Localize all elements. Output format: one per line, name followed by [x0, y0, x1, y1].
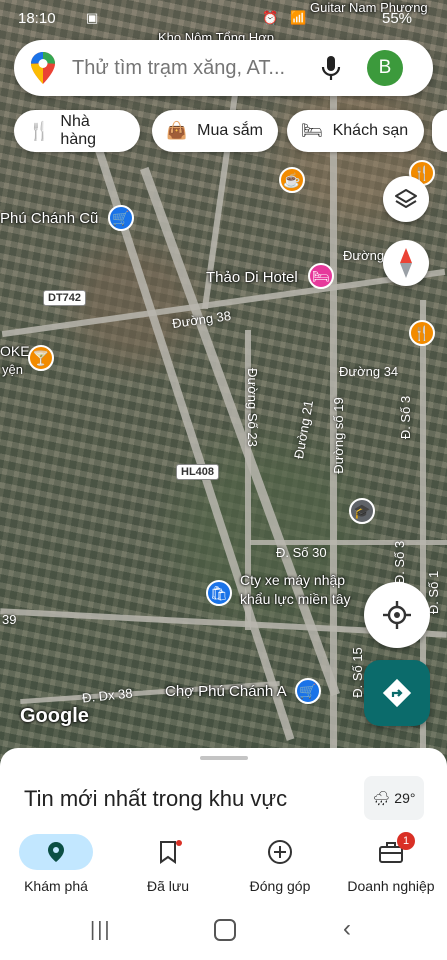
- chip-label: Mua sắm: [197, 122, 263, 139]
- status-time: 18:10: [18, 10, 56, 27]
- road-label: Đ. Số 3: [392, 540, 408, 585]
- compass-button[interactable]: [383, 240, 429, 286]
- alarm-icon: ⏰: [262, 10, 279, 25]
- road: [95, 148, 295, 741]
- fork-knife-icon: 🍴: [28, 120, 51, 141]
- crosshair-icon: [383, 601, 411, 629]
- nav-label: Đóng góp: [249, 878, 311, 894]
- map-label[interactable]: khẩu lực miền tây: [240, 591, 351, 607]
- road-label: 39: [2, 612, 17, 627]
- add-circle-icon: [268, 840, 292, 864]
- shopping-cart-icon[interactable]: 🛒: [295, 678, 321, 704]
- road-label: Đ. Số 15: [349, 647, 365, 698]
- my-location-button[interactable]: [364, 582, 430, 648]
- google-maps-pin-icon: [31, 52, 55, 84]
- temperature: 29°: [394, 790, 416, 806]
- road-label: Đường số 19: [330, 397, 346, 474]
- recent-apps-icon[interactable]: |||: [90, 919, 112, 942]
- explore-pin-icon: [48, 842, 64, 862]
- cloud-rain-icon: 🌧: [372, 789, 391, 806]
- bookmark-icon: [160, 841, 176, 864]
- directions-icon: [382, 678, 412, 708]
- layers-icon: [395, 189, 417, 208]
- cafe-icon[interactable]: ☕: [279, 167, 305, 193]
- school-icon[interactable]: 🎓: [349, 498, 375, 524]
- microphone-icon[interactable]: [321, 55, 341, 81]
- map-label[interactable]: Thảo Di Hotel: [206, 269, 298, 286]
- notification-dot: [176, 840, 182, 846]
- chip-more[interactable]: [432, 110, 447, 152]
- system-nav-bar: ||| ‹: [0, 905, 447, 960]
- map-label[interactable]: Cty xe máy nhập: [240, 572, 345, 588]
- search-bar[interactable]: B: [14, 40, 433, 96]
- status-bar: 18:10 ▣ ⏰ 📶 55%: [0, 0, 447, 36]
- map-label: Phú Chánh Cũ: [0, 210, 99, 227]
- sheet-title: Tin mới nhất trong khu vực: [24, 786, 288, 811]
- route-shield: DT742: [43, 290, 87, 306]
- google-logo: Google: [20, 705, 89, 727]
- search-input[interactable]: [70, 55, 309, 81]
- nav-icon-wrap: 1: [363, 832, 419, 870]
- directions-button[interactable]: [364, 660, 430, 726]
- road-label: Đường 34: [339, 364, 399, 379]
- bar-icon[interactable]: 🍸: [28, 345, 54, 371]
- weather-chip[interactable]: 🌧 29°: [364, 776, 424, 820]
- route-shield: HL408: [176, 464, 220, 480]
- shopping-bag-icon: 👜: [166, 121, 188, 140]
- home-icon[interactable]: [214, 919, 236, 941]
- nav-contribute[interactable]: Đóng góp: [232, 825, 328, 905]
- nav-icon-wrap: [140, 834, 196, 870]
- compass-icon: [400, 248, 412, 278]
- bed-icon: 🛏: [301, 121, 323, 140]
- nav-label: Đã lưu: [146, 878, 190, 894]
- road-label: Đường: [343, 248, 385, 263]
- sheet-drag-handle[interactable]: [200, 756, 248, 760]
- messenger-icon: ▣: [86, 10, 99, 25]
- chip-hotels[interactable]: 🛏 Khách sạn: [287, 110, 424, 152]
- road-label: Đường Số 23: [244, 368, 260, 447]
- nav-label: Doanh nghiệp: [347, 878, 435, 894]
- chip-label: Nhà hàng: [60, 113, 97, 148]
- shopping-cart-icon[interactable]: 🛒: [108, 205, 134, 231]
- map-label: OKE: [0, 343, 30, 359]
- chip-shopping[interactable]: 👜 Mua sắm: [152, 110, 278, 152]
- battery-level: 55%: [382, 10, 413, 27]
- nav-icon-wrap: [252, 834, 308, 870]
- nav-saved[interactable]: Đã lưu: [120, 825, 216, 905]
- bottom-nav: Khám phá Đã lưu Đóng góp 1 Doanh nghiệp: [0, 825, 447, 905]
- chip-label: Khách sạn: [332, 122, 409, 139]
- avatar[interactable]: B: [367, 50, 403, 86]
- map-label[interactable]: Chợ Phú Chánh A: [165, 683, 287, 700]
- back-icon[interactable]: ‹: [343, 915, 351, 943]
- road-label: Đ. Dx 38: [81, 685, 134, 706]
- store-icon[interactable]: 🛍: [206, 580, 232, 606]
- hotel-bed-icon[interactable]: 🛏: [308, 263, 334, 289]
- nav-active-pill: [19, 834, 93, 870]
- notification-badge: 1: [397, 832, 415, 850]
- nav-business[interactable]: 1 Doanh nghiệp: [338, 825, 444, 905]
- nav-label: Khám phá: [24, 878, 88, 894]
- nav-explore[interactable]: Khám phá: [8, 825, 104, 905]
- signal-icon: 📶: [290, 10, 307, 25]
- road-label: Đ. Số 3: [398, 395, 414, 440]
- restaurant-icon[interactable]: 🍴: [409, 320, 435, 346]
- road-label: Đường 21: [291, 399, 317, 460]
- layers-button[interactable]: [383, 176, 429, 222]
- chip-restaurants[interactable]: 🍴 Nhà hàng: [14, 110, 140, 152]
- road-label: Đ. Số 30: [276, 545, 327, 560]
- map-label: yện: [2, 362, 23, 377]
